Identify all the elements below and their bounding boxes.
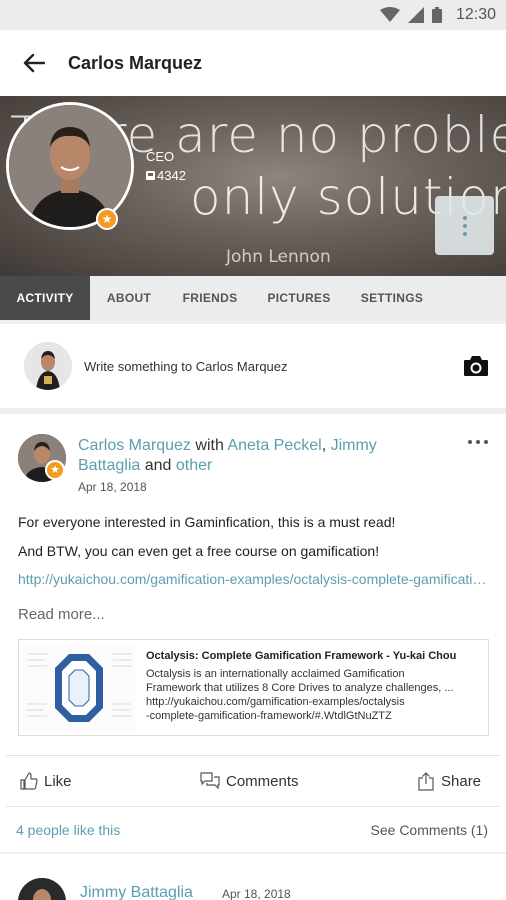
camera-icon xyxy=(464,356,488,376)
post-text-line: For everyone interested in Gaminfication… xyxy=(18,514,396,530)
share-label: Share xyxy=(441,773,482,790)
post-text-line: And BTW, you can even get a free course … xyxy=(18,543,380,559)
tagged-user-link[interactable]: Aneta Peckel xyxy=(227,437,321,454)
vertical-dots-icon-dot xyxy=(462,231,467,236)
post-and-text: and xyxy=(144,457,172,474)
link-preview-line: -complete-gamification-framework/#.WtdlG… xyxy=(146,710,392,722)
status-bar: 12:30 xyxy=(0,0,506,30)
page-title: Carlos Marquez xyxy=(68,52,203,73)
post-url-link[interactable]: http://yukaichou.com/gamification-exampl… xyxy=(18,571,490,587)
read-more-link[interactable]: Read more... xyxy=(18,606,105,623)
share-button[interactable]: Share xyxy=(417,772,481,791)
wifi-icon xyxy=(379,7,400,22)
arrow-left-icon xyxy=(23,53,45,73)
like-label: Like xyxy=(44,772,72,790)
horizontal-dots-icon-dot xyxy=(476,440,480,444)
post-author-link[interactable]: Jimmy Battaglia xyxy=(80,884,193,900)
horizontal-dots-icon-dot xyxy=(484,440,488,444)
clock: 12:30 xyxy=(455,6,496,23)
post-author-link[interactable]: Carlos Marquez xyxy=(78,437,191,454)
battery-icon xyxy=(431,7,442,23)
user-avatar xyxy=(24,342,72,390)
share-icon xyxy=(418,772,434,791)
like-button[interactable]: Like xyxy=(20,772,72,790)
profile-points: 4342 xyxy=(146,168,186,183)
user-photo xyxy=(24,342,72,390)
back-button[interactable] xyxy=(0,30,68,96)
comments-label: Comments xyxy=(226,772,299,790)
link-preview-card[interactable]: Octalysis: Complete Gamification Framewo… xyxy=(18,639,489,736)
vertical-dots-icon xyxy=(462,215,467,220)
profile-tabs: ACTIVITY ABOUT FRIENDS PICTURES SETTINGS xyxy=(0,276,506,320)
tab-friends[interactable]: FRIENDS xyxy=(168,276,252,320)
tab-about[interactable]: ABOUT xyxy=(90,276,168,320)
composer-input[interactable]: Write something to Carlos Marquez xyxy=(84,359,446,374)
post-composer[interactable]: Write something to Carlos Marquez xyxy=(0,324,506,408)
comments-button[interactable]: Comments xyxy=(200,772,299,790)
comment-icon xyxy=(200,772,220,790)
signal-icon xyxy=(407,7,424,23)
post-footer: 4 people like this See Comments (1) xyxy=(0,814,506,846)
profile-role: CEO xyxy=(146,149,175,164)
post-options-button[interactable] xyxy=(468,440,488,444)
star-badge-icon: ★ xyxy=(96,208,118,230)
camera-button[interactable] xyxy=(446,355,506,377)
app-bar: Carlos Marquez xyxy=(0,30,506,96)
vertical-dots-icon-dot xyxy=(462,223,467,228)
post-date: Apr 18, 2018 xyxy=(222,887,291,900)
see-comments-link[interactable]: See Comments (1) xyxy=(371,822,488,838)
feed-post: ★ Carlos Marquez with Aneta Peckel, Jimm… xyxy=(0,414,506,852)
cover-menu-button[interactable] xyxy=(435,196,494,255)
post-actions-bar: Like Comments Share xyxy=(6,755,500,807)
post-with-text: with xyxy=(195,437,224,454)
likes-count-link[interactable]: 4 people like this xyxy=(16,822,120,838)
link-preview-line: Framework that utilizes 8 Core Drives to… xyxy=(146,682,454,694)
comma: , xyxy=(321,437,331,454)
link-preview-line: Octalysis is an internationally acclaime… xyxy=(146,668,405,680)
link-preview-description: Octalysis is an internationally acclaime… xyxy=(146,667,482,723)
link-preview-line: http://yukaichou.com/gamification-exampl… xyxy=(146,696,405,708)
tagged-other-link[interactable]: other xyxy=(176,457,212,474)
post-header: Carlos Marquez with Aneta Peckel, Jimmy … xyxy=(78,436,438,476)
link-preview-title: Octalysis: Complete Gamification Framewo… xyxy=(146,650,457,662)
feed-post: Jimmy Battaglia Apr 18, 2018 xyxy=(0,854,506,900)
tab-activity[interactable]: ACTIVITY xyxy=(0,276,90,320)
post-author-photo xyxy=(18,878,66,900)
profile-points-value: 4342 xyxy=(157,168,186,183)
tab-pictures[interactable]: PICTURES xyxy=(252,276,346,320)
post-star-badge-icon: ★ xyxy=(45,460,65,480)
horizontal-dots-icon xyxy=(468,440,472,444)
link-preview-thumbnail xyxy=(23,644,135,732)
tab-settings[interactable]: SETTINGS xyxy=(346,276,438,320)
post-author-avatar[interactable] xyxy=(18,878,66,900)
octalysis-diagram xyxy=(23,644,135,732)
post-date: Apr 18, 2018 xyxy=(78,480,147,494)
points-icon xyxy=(146,171,155,180)
thumbs-up-icon xyxy=(20,772,38,790)
cover-quote-author: John Lennon xyxy=(226,247,331,267)
